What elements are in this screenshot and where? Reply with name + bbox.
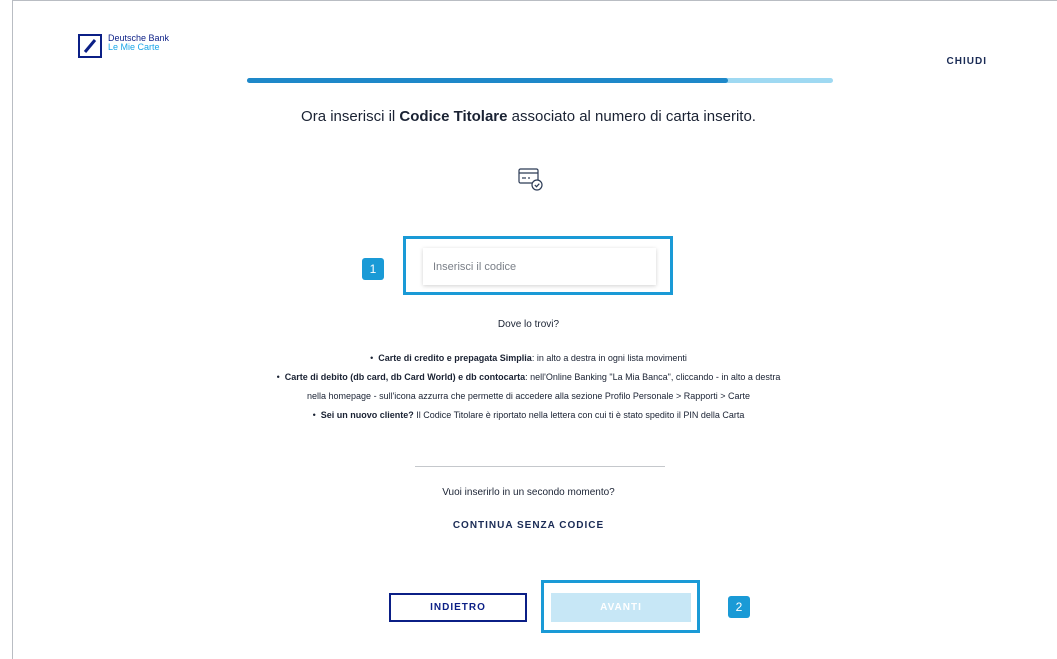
progress-bar-fill [247, 78, 728, 83]
credit-card-check-icon [518, 166, 544, 197]
code-input-wrapper [423, 248, 656, 285]
next-button[interactable]: AVANTI [551, 593, 691, 622]
brand-subtitle: Le Mie Carte [108, 42, 160, 52]
help-item: • Carte di debito (db card, db Card Worl… [276, 372, 781, 382]
divider [415, 466, 665, 467]
later-question: Vuoi inserirlo in un secondo momento? [442, 487, 615, 498]
continue-without-code-label[interactable]: CONTINUA SENZA CODICE [453, 520, 604, 531]
logo-mark-icon [78, 34, 102, 58]
help-item: • Sei un nuovo cliente? Il Codice Titola… [312, 410, 745, 420]
callout-badge-1: 1 [362, 258, 384, 280]
help-list: • Carte di credito e prepagata Simplia: … [0, 349, 1057, 425]
close-button[interactable]: CHIUDI [947, 56, 987, 67]
back-button[interactable]: INDIETRO [389, 593, 527, 622]
progress-bar [247, 78, 833, 83]
help-item: • Carte di credito e prepagata Simplia: … [370, 353, 687, 363]
where-to-find-question: Dove lo trovi? [497, 319, 560, 330]
page-title: Ora inserisci il Codice Titolare associa… [301, 108, 756, 125]
holder-code-input[interactable] [423, 248, 656, 285]
help-item-continued: nella homepage - sull'icona azzurra che … [307, 391, 750, 401]
deutsche-bank-logo: Deutsche Bank Le Mie Carte [78, 34, 169, 58]
continue-without-code-link: CONTINUA SENZA CODICE [0, 520, 1057, 531]
callout-badge-2: 2 [728, 596, 750, 618]
